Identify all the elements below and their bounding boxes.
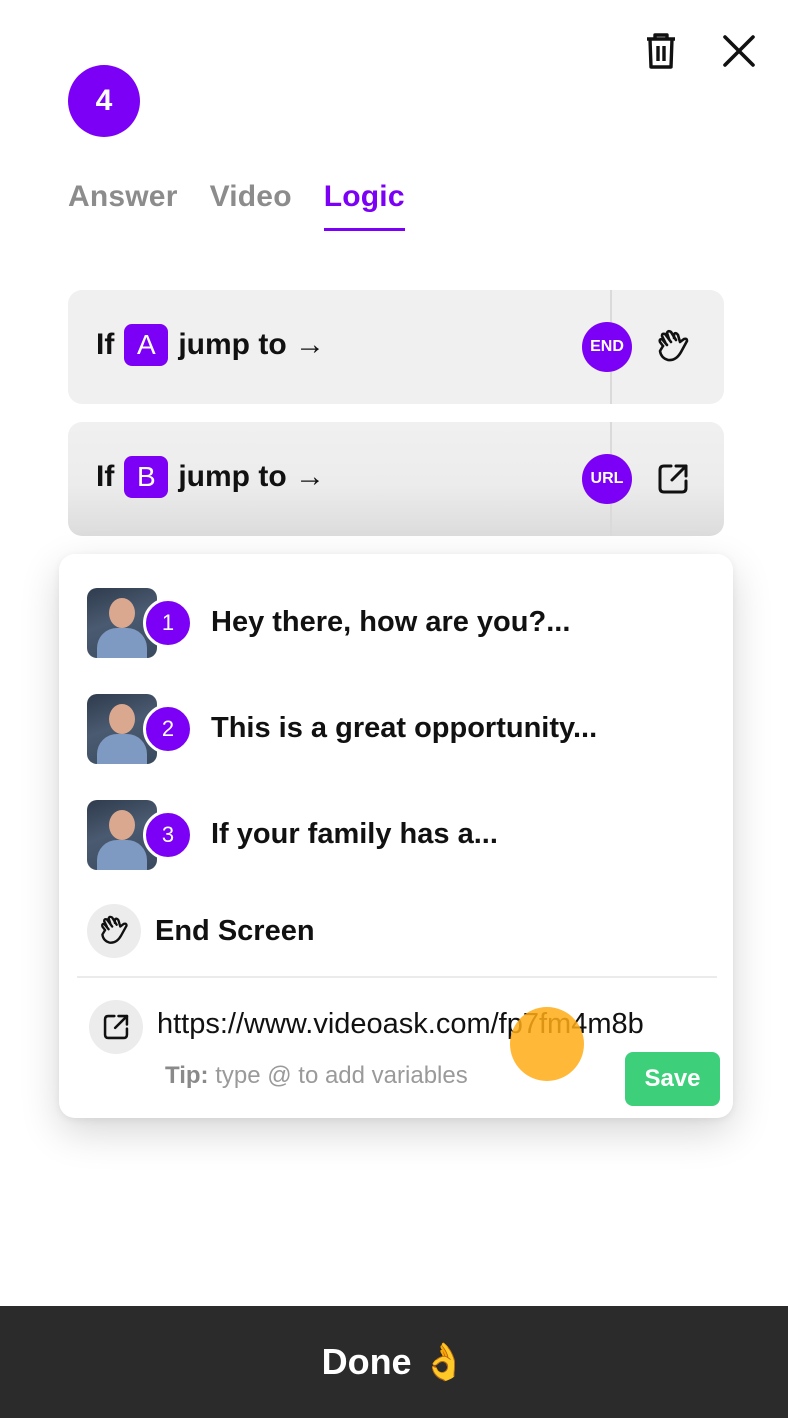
tab-logic[interactable]: Logic [323,180,405,231]
external-link-icon [103,1014,129,1040]
end-screen-option[interactable]: End Screen [87,904,315,958]
question-number-badge: 2 [143,704,193,754]
question-option-3[interactable]: 3 If your family has a... [87,800,498,870]
trash-icon [647,33,675,69]
end-screen-label: End Screen [155,914,315,947]
destination-dropdown: 1 Hey there, how are you?... 2 This is a… [59,554,733,1118]
option-letter-badge: A [124,324,169,366]
rule-prefix: If [96,328,115,361]
external-link-icon[interactable] [654,460,692,498]
tab-video[interactable]: Video [210,180,292,231]
question-title: This is a great opportunity... [211,712,598,744]
save-button[interactable]: Save [625,1052,720,1106]
rule-condition: If A jump to → [96,324,325,366]
done-button[interactable]: Done 👌 [0,1306,788,1418]
step-number-badge: 4 [68,65,140,137]
logic-rule-b[interactable]: If B jump to → URL [68,422,724,536]
delete-button[interactable] [638,28,684,74]
done-label: Done 👌 [321,1341,467,1382]
tip-label: Tip: [165,1062,209,1089]
question-title: Hey there, how are you?... [211,606,571,638]
tip-text: type @ to add variables [208,1062,468,1089]
url-icon-wrap [89,1000,143,1054]
touch-indicator [510,1007,584,1081]
rule-suffix: jump to → [178,328,325,361]
destination-badge[interactable]: END [582,322,632,372]
tab-bar: Answer Video Logic [68,180,405,231]
option-letter-badge: B [124,456,169,498]
tab-answer[interactable]: Answer [68,180,178,231]
question-number-badge: 1 [143,598,193,648]
destination-badge[interactable]: URL [582,454,632,504]
waving-hand-icon[interactable] [654,328,692,366]
rule-condition: If B jump to → [96,456,325,498]
waving-hand-icon [100,915,128,944]
question-title: If your family has a... [211,818,498,850]
divider [77,976,717,978]
end-screen-icon-wrap [87,904,141,958]
url-input[interactable] [157,1002,727,1046]
question-option-1[interactable]: 1 Hey there, how are you?... [87,588,570,658]
rule-prefix: If [96,460,115,493]
rule-suffix: jump to → [178,460,325,493]
question-number-badge: 3 [143,810,193,860]
close-icon [723,35,755,67]
close-button[interactable] [716,28,762,74]
variables-tip: Tip: type @ to add variables [165,1062,468,1090]
question-option-2[interactable]: 2 This is a great opportunity... [87,694,597,764]
logic-rule-a[interactable]: If A jump to → END [68,290,724,404]
